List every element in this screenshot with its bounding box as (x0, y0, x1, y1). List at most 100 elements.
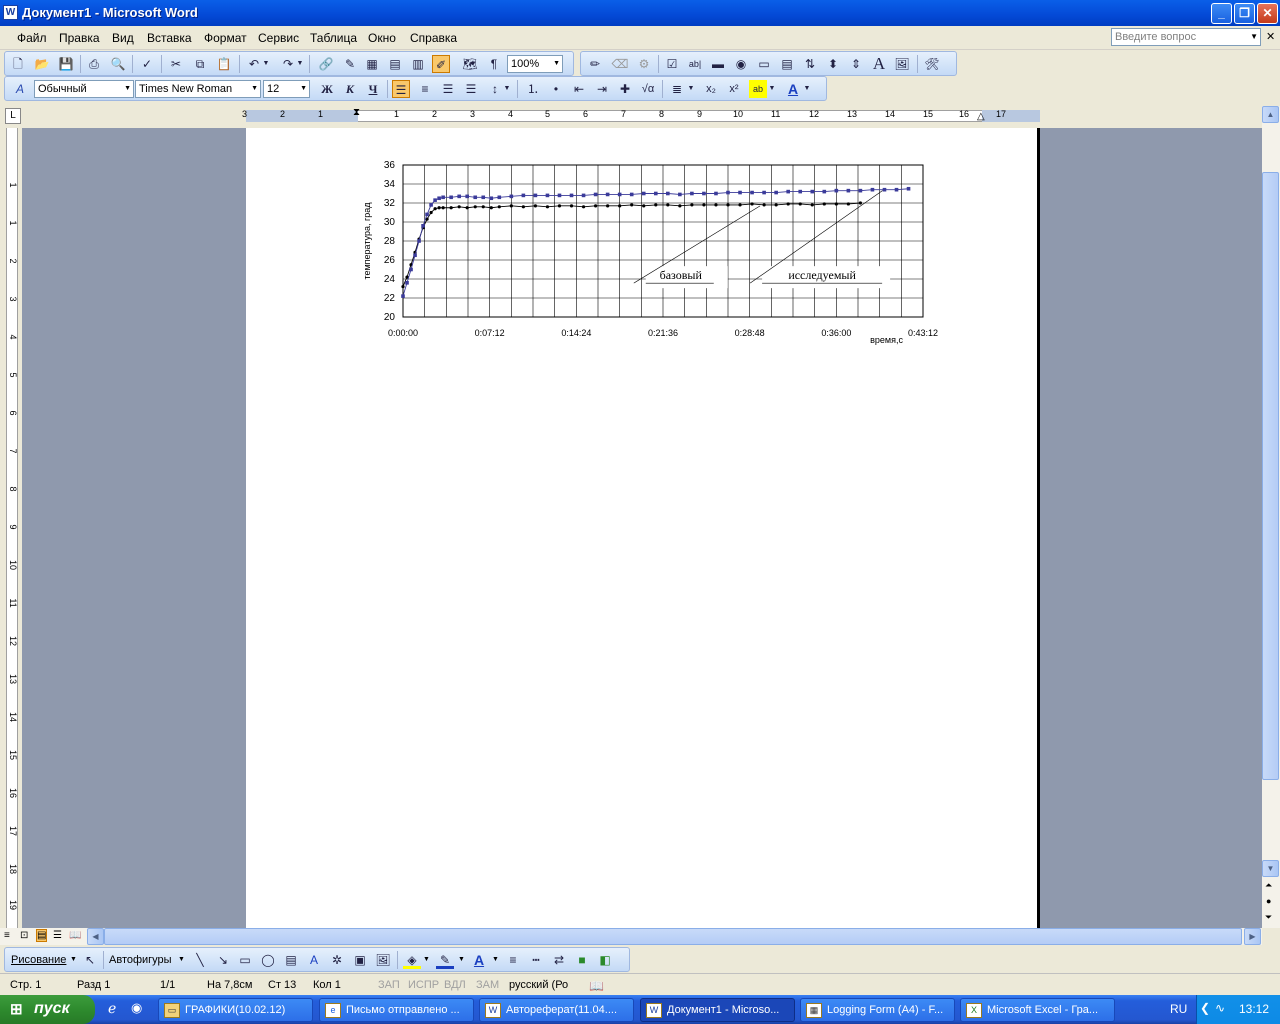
chevron-down-icon[interactable]: ▼ (178, 956, 185, 963)
align-center-icon[interactable]: ≡ (416, 80, 434, 98)
tray-arrow-icon[interactable]: ❮ (1200, 1001, 1210, 1015)
wordart-icon[interactable]: A (305, 951, 323, 969)
chevron-down-icon[interactable]: ▼ (423, 956, 430, 963)
task-grafiki[interactable]: ▭ ГРАФИКИ(10.02.12) (158, 998, 313, 1022)
font-color-icon[interactable]: A (784, 80, 802, 98)
option-button-icon[interactable]: ◉ (732, 55, 750, 73)
line-icon[interactable]: ╲ (191, 951, 209, 969)
combo-box-icon[interactable]: ▤ (778, 55, 796, 73)
web-view-icon[interactable]: ⊡ (20, 930, 28, 941)
spelling-status-icon[interactable]: 📖 (589, 979, 604, 993)
chevron-down-icon[interactable]: ▼ (502, 80, 512, 98)
help-question-input[interactable]: Введите вопрос ▼ (1111, 28, 1261, 46)
chevron-down-icon[interactable]: ▼ (802, 80, 812, 98)
insert-table-icon[interactable]: ▦ (363, 55, 381, 73)
indent-marker-icon[interactable]: ⧗ (353, 107, 360, 118)
scroll-right-icon[interactable]: ▶ (1244, 928, 1261, 945)
image-icon[interactable]: 🖼 (893, 55, 911, 73)
underline-button[interactable]: Ч (364, 80, 382, 98)
equation-cross-icon[interactable]: ✚ (616, 80, 634, 98)
temperature-chart[interactable]: 20 22 24 26 28 30 32 34 36 0:00:00 0:07:12 0:14:24… (356, 155, 956, 350)
show-formatting-icon[interactable]: ¶ (485, 55, 503, 73)
status-extend[interactable]: ВДЛ (444, 979, 466, 991)
language-indicator[interactable]: RU (1170, 1002, 1187, 1016)
copy-icon[interactable]: ⧉ (191, 55, 209, 73)
task-excel[interactable]: X Microsoft Excel - Гра... (960, 998, 1115, 1022)
scroll-up-icon[interactable]: ▲ (1262, 106, 1279, 123)
cut-icon[interactable]: ✂ (167, 55, 185, 73)
horizontal-scrollbar[interactable]: ≡ ⊡ ▤ ☰ 📖 ◀ ▶ (0, 928, 1262, 945)
clipart-icon[interactable]: ▣ (351, 951, 369, 969)
drawing-icon[interactable]: ✐ (432, 55, 450, 73)
text-box-icon[interactable]: ▤ (282, 951, 300, 969)
scroll-left-icon[interactable]: ◀ (87, 928, 104, 945)
eraser-icon[interactable]: ⌫ (611, 55, 629, 73)
line-color-icon[interactable]: ✎ (436, 951, 454, 969)
quick-launch-icon[interactable]: ◉ (131, 1000, 142, 1016)
network-icon[interactable]: ∿ (1215, 1001, 1225, 1015)
menu-edit[interactable]: Правка (59, 31, 100, 45)
chevron-down-icon[interactable]: ▼ (1250, 32, 1258, 41)
paste-icon[interactable]: 📋 (215, 55, 233, 73)
vertical-scrollbar[interactable]: ▲ ▼ ⏶ ● ⏷ (1262, 106, 1280, 928)
form-properties-icon[interactable]: ⚙ (635, 55, 653, 73)
print-layout-icon[interactable]: ▤ (36, 929, 48, 942)
task-letter[interactable]: e Письмо отправлено ... (319, 998, 474, 1022)
picture-icon[interactable]: 🖼 (374, 951, 392, 969)
toggle-button-icon[interactable]: ⇕ (847, 55, 865, 73)
start-button[interactable]: ⊞ пуск (0, 995, 95, 1024)
print-preview-icon[interactable]: 🔍 (109, 55, 127, 73)
zoom-select[interactable]: 100% ▼ (507, 55, 563, 73)
horizontal-scroll-thumb[interactable] (104, 928, 1242, 945)
italic-button[interactable]: К (341, 80, 359, 98)
3d-icon[interactable]: ◧ (596, 951, 614, 969)
task-document1[interactable]: W Документ1 - Microso... (640, 998, 795, 1022)
font-color-draw-icon[interactable]: A (470, 951, 488, 969)
menu-insert[interactable]: Вставка (147, 31, 192, 45)
decrease-indent-icon[interactable]: ⇤ (570, 80, 588, 98)
next-page-icon[interactable]: ⏷ (1265, 912, 1272, 923)
bullets-icon[interactable]: • (547, 80, 565, 98)
spin-button-icon[interactable]: ⬍ (824, 55, 842, 73)
label-icon[interactable]: A (870, 55, 888, 73)
menu-tools[interactable]: Сервис (258, 31, 299, 45)
save-icon[interactable]: 💾 (57, 55, 75, 73)
menu-format[interactable]: Формат (204, 31, 247, 45)
normal-view-icon[interactable]: ≡ (4, 930, 10, 941)
oval-icon[interactable]: ◯ (259, 951, 277, 969)
arrow-icon[interactable]: ↘ (214, 951, 232, 969)
ie-icon[interactable]: ℯ (108, 1000, 116, 1017)
justify-icon[interactable]: ☰ (462, 80, 480, 98)
fill-color-icon[interactable]: ◈ (403, 951, 421, 969)
scroll-down-icon[interactable]: ▼ (1262, 860, 1279, 877)
undo-dropdown-icon[interactable]: ▼ (261, 55, 271, 73)
highlight-icon[interactable]: ab (749, 80, 767, 98)
outline-view-icon[interactable]: ☰ (53, 930, 62, 941)
shadow-icon[interactable]: ■ (573, 951, 591, 969)
scroll-thumb[interactable] (1262, 172, 1279, 780)
right-indent-marker-icon[interactable]: △ (977, 111, 985, 122)
status-track[interactable]: ИСПР (408, 979, 439, 991)
restore-button[interactable]: ❐ (1234, 3, 1255, 24)
superscript-icon[interactable]: x² (725, 80, 743, 98)
draw-menu-button[interactable]: Рисование (11, 954, 66, 966)
list-box-icon[interactable]: ▭ (755, 55, 773, 73)
close-button[interactable]: ✕ (1257, 3, 1278, 24)
tables-borders-icon[interactable]: ✎ (341, 55, 359, 73)
distributed-icon[interactable]: ≣ (668, 80, 686, 98)
line-style-icon[interactable]: ≡ (504, 951, 522, 969)
redo-dropdown-icon[interactable]: ▼ (295, 55, 305, 73)
chevron-down-icon[interactable]: ▼ (492, 956, 499, 963)
status-overtype[interactable]: ЗАМ (476, 979, 499, 991)
chevron-down-icon[interactable]: ▼ (458, 956, 465, 963)
scroll-bar-icon[interactable]: ⇅ (801, 55, 819, 73)
menu-view[interactable]: Вид (112, 31, 134, 45)
styles-icon[interactable]: A (11, 80, 29, 98)
clock[interactable]: 13:12 (1239, 1002, 1269, 1016)
word-app-icon[interactable]: W (3, 5, 18, 20)
task-avtoreferat[interactable]: W Автореферат(11.04.... (479, 998, 634, 1022)
subscript-icon[interactable]: x₂ (702, 80, 720, 98)
diagram-icon[interactable]: ✲ (328, 951, 346, 969)
increase-indent-icon[interactable]: ⇥ (593, 80, 611, 98)
close-doc-icon[interactable]: ✕ (1266, 30, 1275, 43)
